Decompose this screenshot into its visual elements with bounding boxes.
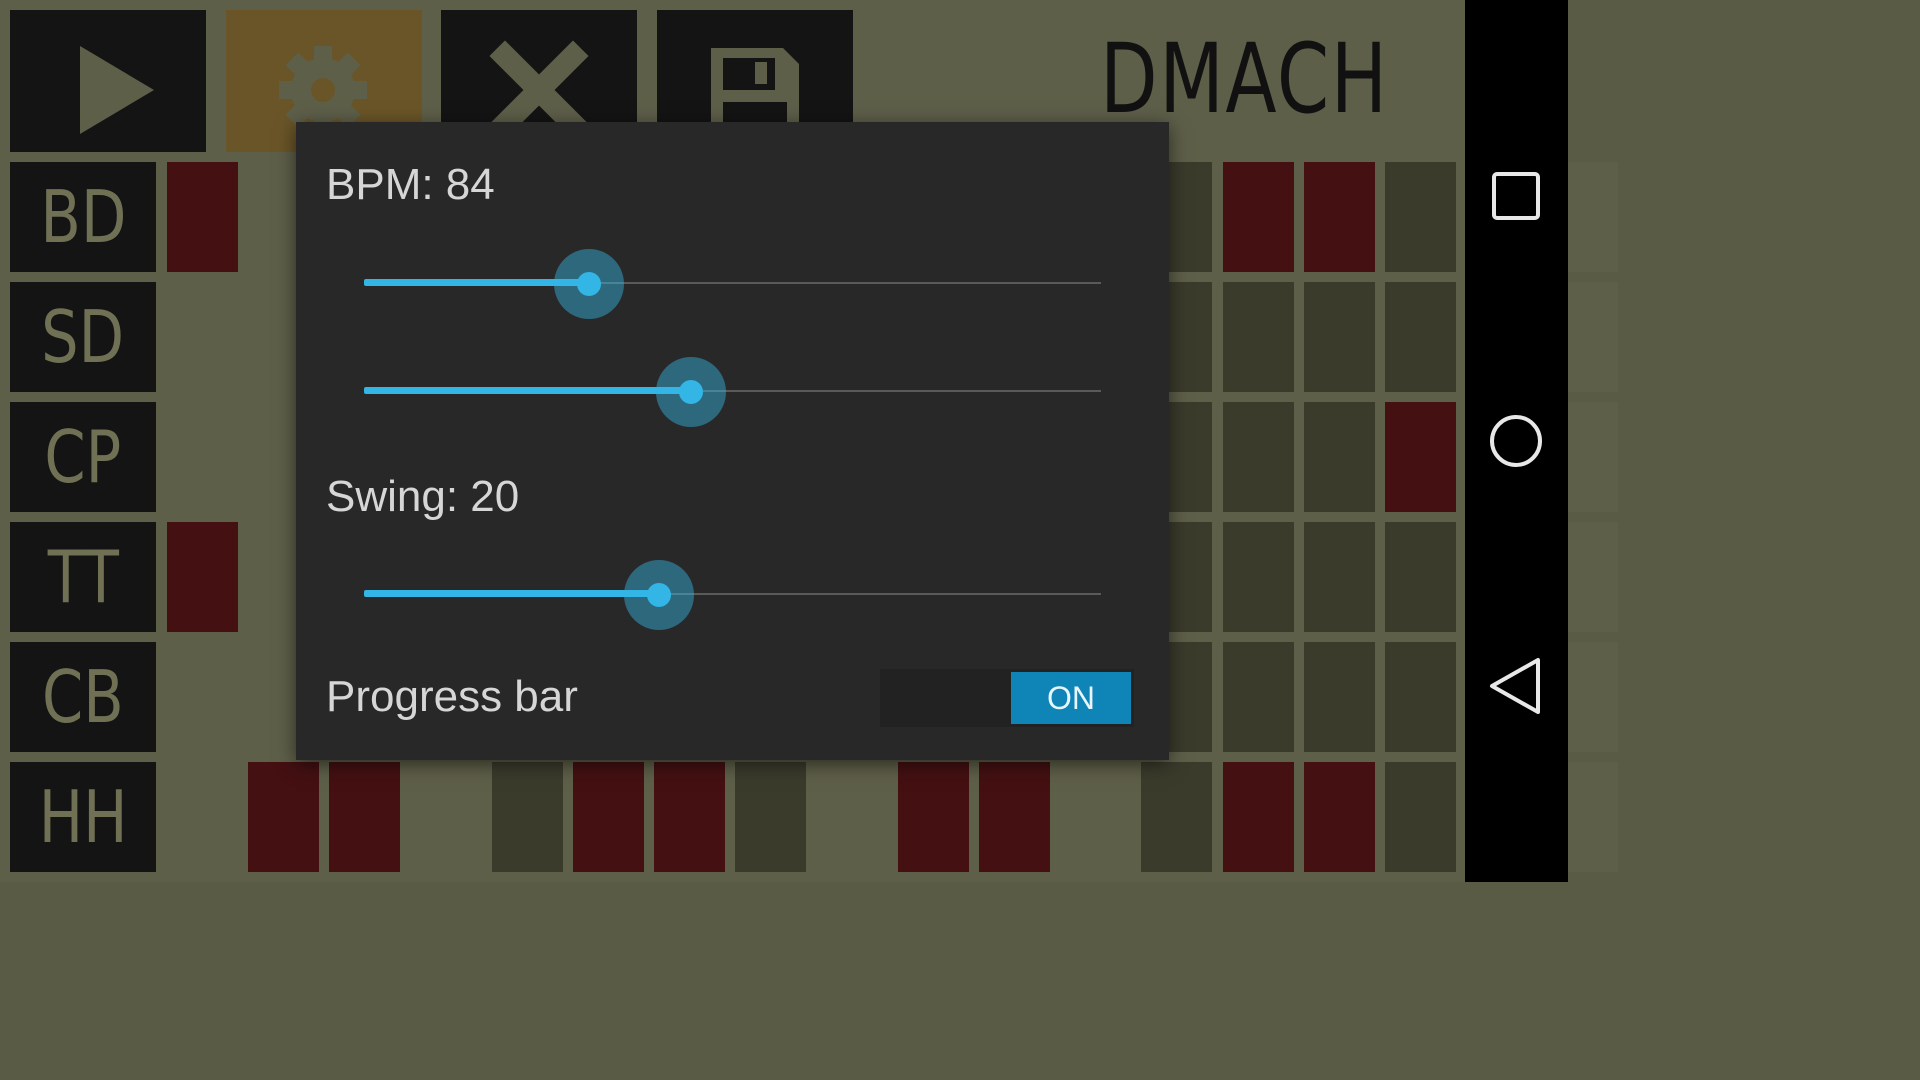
bpm-slider[interactable] (364, 244, 1101, 324)
toggle-on-label: ON (1011, 672, 1131, 724)
recents-icon (1492, 172, 1540, 220)
swing-slider-thumb[interactable] (647, 583, 671, 607)
swing-slider[interactable] (364, 555, 1101, 635)
home-icon (1490, 415, 1542, 467)
second-slider-thumb[interactable] (679, 380, 703, 404)
system-nav-bar (1465, 0, 1568, 882)
swing-label: Swing: 20 (326, 472, 520, 521)
settings-dialog: BPM: 84 Swing: 20 Progress bar ON (296, 122, 1169, 760)
bpm-slider-thumb[interactable] (577, 272, 601, 296)
dialog-overlay: BPM: 84 Swing: 20 Progress bar ON (0, 0, 1465, 882)
progress-bar-toggle[interactable]: ON (880, 669, 1134, 727)
second-slider-fill (364, 387, 691, 394)
swing-slider-fill (364, 590, 659, 597)
progress-bar-label: Progress bar (326, 672, 578, 721)
second-slider[interactable] (364, 352, 1101, 432)
back-icon (1490, 658, 1540, 714)
bpm-label: BPM: 84 (326, 160, 495, 209)
